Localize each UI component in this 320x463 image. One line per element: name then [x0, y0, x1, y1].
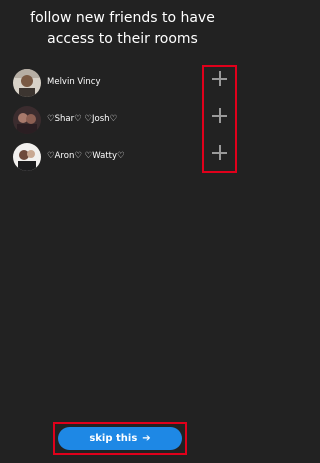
- skip-button-label: skip this: [89, 433, 138, 444]
- user-row: ♡Shar♡ ♡Josh♡: [0, 103, 245, 140]
- skip-button-highlight: skip this ➔: [53, 422, 187, 455]
- skip-button[interactable]: skip this ➔: [58, 427, 182, 450]
- title-line-2: access to their rooms: [47, 31, 198, 47]
- arrow-right-icon: ➔: [142, 433, 151, 444]
- avatar: [13, 106, 41, 134]
- user-name: ♡Shar♡ ♡Josh♡: [47, 114, 118, 124]
- follow-plus-button[interactable]: [210, 106, 230, 126]
- title-line-1: follow new friends to have: [30, 10, 215, 26]
- user-row: ♡Aron♡ ♡Watty♡: [0, 140, 245, 177]
- follow-plus-button[interactable]: [210, 143, 230, 163]
- page-title: follow new friends to have access to the…: [0, 8, 245, 50]
- user-name: Melvin Vincy: [47, 77, 101, 87]
- avatar: [13, 143, 41, 171]
- user-row: Melvin Vincy: [0, 66, 245, 103]
- user-name: ♡Aron♡ ♡Watty♡: [47, 151, 125, 161]
- follow-plus-button[interactable]: [210, 69, 230, 89]
- suggested-users-list: Melvin Vincy ♡Shar♡ ♡Josh♡ ♡Aron♡ ♡Watty…: [0, 66, 245, 177]
- avatar: [13, 69, 41, 97]
